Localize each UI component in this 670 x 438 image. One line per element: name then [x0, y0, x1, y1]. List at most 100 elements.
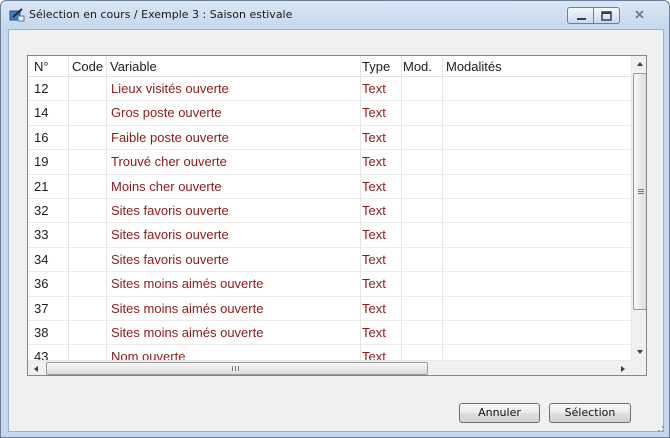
app-icon [9, 8, 25, 22]
cell-mod [401, 321, 442, 345]
cell-type: Text [362, 324, 386, 340]
thumb-grip-line [638, 189, 644, 190]
table-row[interactable]: 33 Sites favoris ouverte Text [28, 223, 631, 248]
cell-mod [401, 101, 442, 125]
cell-modalites [442, 297, 631, 321]
cell-type: Text [362, 276, 386, 292]
cell-type: Text [362, 129, 386, 145]
cell-code [68, 297, 106, 321]
cell-modalites [442, 150, 631, 174]
cell-num: 33 [34, 227, 49, 243]
table-body: 12 Lieux visités ouverte Text 14 Gros po… [28, 77, 631, 360]
dialog-window: Sélection en cours / Exemple 3 : Saison … [0, 0, 670, 438]
cell-num: 21 [34, 178, 49, 194]
column-header-code[interactable]: Code [68, 56, 106, 77]
column-header-num[interactable]: N° [28, 56, 68, 77]
minimize-icon [577, 18, 586, 20]
cell-variable: Trouvé cher ouverte [111, 154, 227, 170]
cell-mod [401, 297, 442, 321]
cell-modalites [442, 101, 631, 125]
column-header-variable[interactable]: Variable [106, 56, 360, 77]
cell-code [68, 345, 106, 360]
minimize-button[interactable] [567, 7, 594, 24]
table-row[interactable]: 37 Sites moins aimés ouverte Text [28, 297, 631, 321]
table-row[interactable]: 38 Sites moins aimés ouverte Text [28, 321, 631, 346]
cell-modalites [442, 223, 631, 247]
variables-table: N° Code Variable Type Mod. Modalités 12 … [27, 55, 647, 376]
table-row[interactable]: 19 Trouvé cher ouverte Text [28, 150, 631, 175]
table-header: N° Code Variable Type Mod. Modalités [28, 56, 631, 77]
table-row[interactable]: 14 Gros poste ouverte Text [28, 101, 631, 126]
cell-modalites [442, 272, 631, 296]
cell-variable: Sites moins aimés ouverte [111, 324, 264, 340]
scroll-left-button[interactable] [28, 361, 44, 375]
maximize-icon [601, 11, 612, 21]
scroll-right-button[interactable] [615, 361, 631, 375]
selection-button[interactable]: Sélection [549, 403, 631, 423]
table-row[interactable]: 12 Lieux visités ouverte Text [28, 77, 631, 102]
close-icon [635, 10, 644, 19]
cell-modalites [442, 126, 631, 150]
cell-modalites [442, 321, 631, 345]
window-title: Sélection en cours / Exemple 3 : Saison … [29, 8, 293, 21]
maximize-button[interactable] [594, 7, 620, 24]
cell-variable: Sites favoris ouverte [111, 227, 229, 243]
cell-type: Text [362, 81, 386, 96]
table-row[interactable]: 43 Nom ouverte Text [28, 345, 631, 360]
scroll-down-button[interactable] [632, 344, 646, 360]
cell-code [68, 248, 106, 272]
cell-mod [401, 248, 442, 272]
cell-code [68, 321, 106, 345]
table-row[interactable]: 21 Moins cher ouverte Text [28, 175, 631, 199]
thumb-grip-line [638, 193, 644, 194]
table-row[interactable]: 36 Sites moins aimés ouverte Text [28, 272, 631, 297]
cell-code [68, 175, 106, 199]
close-button[interactable] [626, 7, 654, 24]
column-header-mod[interactable]: Mod. [401, 56, 442, 77]
cell-num: 37 [34, 300, 49, 316]
cell-type: Text [362, 227, 386, 243]
horizontal-scroll-thumb[interactable] [46, 362, 428, 375]
arrow-down-icon [637, 350, 643, 354]
resize-grip-icon[interactable] [653, 421, 665, 433]
cell-type: Text [362, 300, 386, 316]
cell-variable: Moins cher ouverte [111, 178, 222, 194]
scroll-up-button[interactable] [632, 56, 646, 72]
cell-variable: Faible poste ouverte [111, 129, 229, 145]
cell-mod [401, 150, 442, 174]
table-row[interactable]: 16 Faible poste ouverte Text [28, 126, 631, 151]
cell-num: 34 [34, 251, 49, 267]
cell-num: 16 [34, 129, 49, 145]
cell-variable: Gros poste ouverte [111, 105, 222, 121]
cell-mod [401, 272, 442, 296]
cell-variable: Lieux visités ouverte [111, 81, 229, 96]
cell-num: 43 [34, 349, 49, 360]
cell-variable: Nom ouverte [111, 349, 186, 360]
table-row[interactable]: 34 Sites favoris ouverte Text [28, 248, 631, 273]
title-bar[interactable]: Sélection en cours / Exemple 3 : Saison … [1, 1, 669, 29]
vertical-scrollbar[interactable] [631, 56, 646, 360]
cell-code [68, 199, 106, 223]
thumb-grip-line [638, 191, 644, 192]
cell-num: 32 [34, 202, 49, 218]
cell-type: Text [362, 349, 386, 360]
cell-variable: Sites favoris ouverte [111, 251, 229, 267]
cell-type: Text [362, 202, 386, 218]
cell-code [68, 272, 106, 296]
cell-mod [401, 223, 442, 247]
arrow-left-icon [34, 366, 38, 372]
cell-mod [401, 199, 442, 223]
cell-num: 14 [34, 105, 49, 121]
cell-modalites [442, 77, 631, 101]
cell-variable: Sites moins aimés ouverte [111, 300, 264, 316]
cell-mod [401, 77, 442, 101]
column-header-type[interactable]: Type [360, 56, 401, 77]
cell-num: 19 [34, 154, 49, 170]
column-header-modalites[interactable]: Modalités [442, 56, 631, 77]
horizontal-scrollbar[interactable] [28, 360, 631, 375]
cancel-button[interactable]: Annuler [459, 403, 540, 423]
cell-modalites [442, 248, 631, 272]
cell-num: 36 [34, 276, 49, 292]
vertical-scroll-thumb[interactable] [633, 73, 646, 310]
table-row[interactable]: 32 Sites favoris ouverte Text [28, 199, 631, 224]
